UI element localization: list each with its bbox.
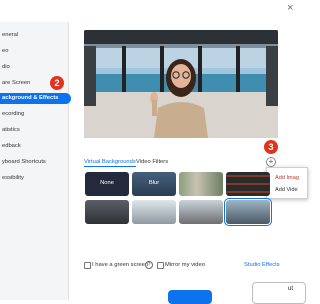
sidebar-item-background-effects[interactable]: ackground & Effects (0, 93, 71, 104)
background-tile-none[interactable]: None (85, 172, 129, 196)
sidebar-item-statistics[interactable]: atistics (0, 125, 20, 136)
sidebar-item-feedback[interactable]: edback (0, 141, 21, 152)
background-tabs: Virtual Backgrounds Video Filters (84, 158, 274, 168)
step-2-badge: 2 (50, 76, 64, 90)
title-bar: × (0, 0, 300, 22)
bottom-secondary-label: ut (288, 286, 294, 292)
green-screen-checkbox[interactable] (84, 262, 91, 269)
sidebar-item-general[interactable]: eneral (0, 30, 18, 41)
background-tile-bookshelf[interactable] (226, 172, 270, 196)
close-icon[interactable]: × (287, 3, 293, 14)
step-3-badge: 3 (264, 140, 278, 154)
mirror-video-checkbox[interactable] (157, 262, 164, 269)
bottom-secondary-button[interactable] (252, 282, 306, 304)
add-background-button[interactable]: + (266, 157, 276, 167)
blur-label: Blur (148, 180, 160, 186)
bottom-primary-button[interactable] (168, 290, 212, 304)
background-tile-office-2[interactable] (132, 200, 176, 224)
background-tile-room[interactable] (179, 172, 223, 196)
video-preview (84, 30, 278, 138)
sidebar-item-accessibility[interactable]: essibility (0, 173, 24, 184)
tab-virtual-backgrounds[interactable]: Virtual Backgrounds (84, 158, 136, 167)
add-video-option[interactable]: Add Vide (275, 187, 298, 193)
sidebar-item-keyboard-shortcuts[interactable]: yboard Shortcuts (0, 157, 46, 168)
settings-sidebar: eneral eo dio are Screen ackground & Eff… (0, 22, 71, 300)
sidebar-item-audio[interactable]: dio (0, 62, 10, 73)
sidebar-item-recording[interactable]: ecording (0, 109, 24, 120)
background-tile-blur[interactable]: Blur (132, 172, 176, 196)
background-tile-office-1[interactable] (85, 200, 129, 224)
add-menu: Add Imag Add Vide (266, 167, 308, 199)
green-screen-label: I have a green screen (92, 262, 149, 268)
tab-video-filters[interactable]: Video Filters (136, 158, 168, 166)
background-tile-office-3[interactable] (179, 200, 223, 224)
add-image-option[interactable]: Add Imag (275, 175, 299, 181)
sidebar-item-share-screen[interactable]: are Screen (0, 78, 30, 89)
video-preview-image (84, 30, 278, 138)
none-label: None (100, 180, 114, 186)
help-icon[interactable]: ? (145, 261, 153, 269)
studio-effects-link[interactable]: Studio Effects (244, 262, 280, 268)
background-tile-office-4[interactable] (224, 198, 272, 226)
mirror-video-label: Mirror my video (165, 262, 205, 268)
sidebar-item-video[interactable]: eo (0, 46, 8, 57)
